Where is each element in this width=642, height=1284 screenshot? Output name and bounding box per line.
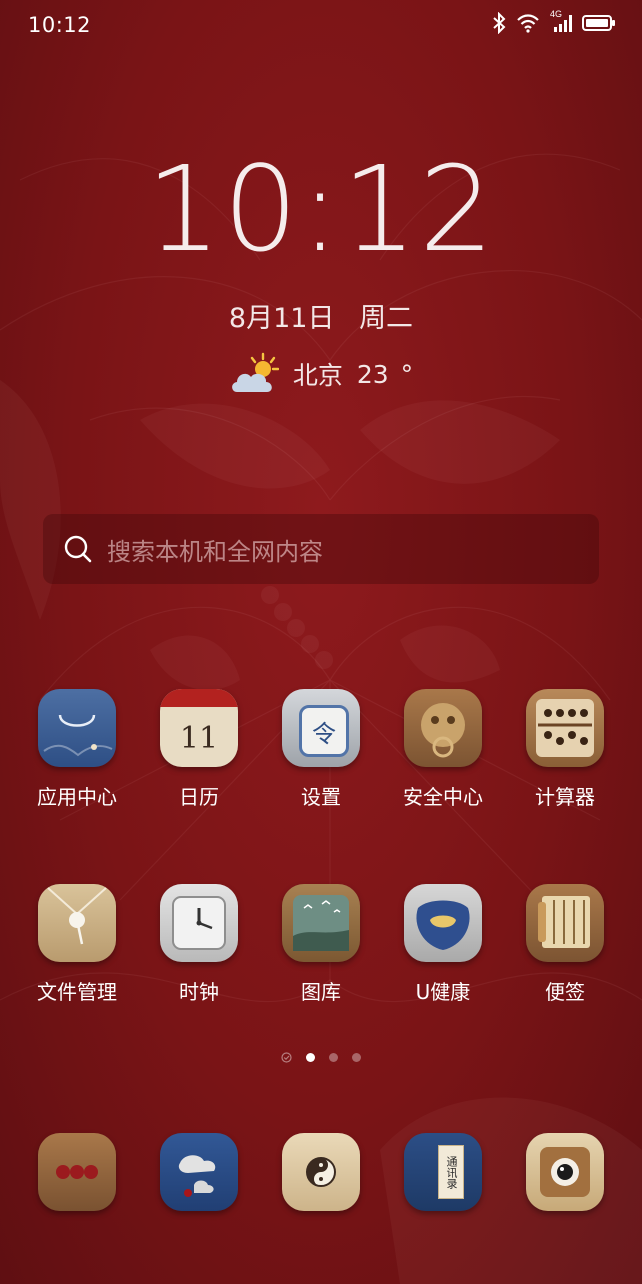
check-circle-icon	[281, 1052, 292, 1063]
app-label: 计算器	[535, 785, 595, 809]
app-label: 应用中心	[37, 785, 117, 809]
app-label: 设置	[301, 785, 341, 809]
settings-icon: 令	[282, 689, 360, 767]
battery-icon	[582, 15, 615, 31]
phone-icon	[38, 1133, 116, 1211]
search-icon	[64, 535, 92, 563]
messages-icon	[160, 1133, 238, 1211]
partly-cloudy-icon	[231, 352, 279, 392]
app-gallery[interactable]: 图库	[266, 884, 376, 1005]
clock-icon	[160, 884, 238, 962]
signal-icon: 4G	[550, 9, 572, 34]
search-bar[interactable]: 搜索本机和全网内容	[43, 514, 599, 584]
calculator-icon	[526, 689, 604, 767]
app-security-center[interactable]: 安全中心	[388, 689, 498, 810]
date-text: 8月11日	[228, 303, 335, 334]
date-display: 8月11日 周二	[0, 296, 642, 335]
app-label: 时钟	[179, 980, 219, 1004]
app-settings[interactable]: 令 设置	[266, 689, 376, 810]
security-center-icon	[404, 689, 482, 767]
search-placeholder: 搜索本机和全网内容	[107, 537, 323, 566]
browser-icon	[282, 1133, 360, 1211]
app-label: 文件管理	[37, 980, 117, 1004]
big-clock[interactable]: 10:12	[0, 150, 642, 268]
app-label: 便签	[545, 980, 585, 1004]
dock-camera[interactable]	[510, 1133, 620, 1211]
page-dot-current[interactable]	[306, 1053, 315, 1062]
app-calculator[interactable]: 计算器	[510, 689, 620, 810]
calendar-day: 11	[179, 720, 219, 756]
weekday-text: 周二	[359, 303, 414, 334]
dock-messages[interactable]	[144, 1133, 254, 1211]
weather-widget[interactable]: 北京 23 °	[0, 352, 642, 396]
settings-glyph: 令	[299, 705, 349, 757]
app-calendar[interactable]: 11 日历	[144, 689, 254, 810]
dock-contacts[interactable]: 通讯录	[388, 1133, 498, 1211]
page-indicator[interactable]	[0, 1052, 642, 1063]
app-label: 安全中心	[403, 785, 483, 809]
app-file-manager[interactable]: 文件管理	[22, 884, 132, 1005]
weather-temperature: 23 °	[356, 359, 414, 389]
bluetooth-icon	[493, 12, 506, 34]
camera-icon	[526, 1133, 604, 1211]
status-bar: 10:12 4G	[0, 0, 642, 52]
file-manager-icon	[38, 884, 116, 962]
wifi-icon	[517, 14, 539, 33]
app-notes[interactable]: 便签	[510, 884, 620, 1005]
page-dot[interactable]	[352, 1053, 361, 1062]
gallery-icon	[282, 884, 360, 962]
calendar-icon: 11	[160, 689, 238, 767]
weather-city: 北京	[292, 361, 343, 390]
app-label: 图库	[301, 980, 341, 1004]
notes-icon	[526, 884, 604, 962]
app-label: 日历	[179, 785, 219, 809]
app-app-center[interactable]: 应用中心	[22, 689, 132, 810]
app-center-icon	[38, 689, 116, 767]
contacts-glyph: 通讯录	[438, 1145, 464, 1199]
status-icons: 4G	[492, 9, 616, 34]
dock-browser[interactable]	[266, 1133, 376, 1211]
health-icon	[404, 884, 482, 962]
app-health[interactable]: U健康	[388, 884, 498, 1005]
app-clock[interactable]: 时钟	[144, 884, 254, 1005]
app-label: U健康	[415, 980, 471, 1004]
dock-phone[interactable]	[22, 1133, 132, 1211]
status-time: 10:12	[28, 13, 92, 37]
page-dot[interactable]	[329, 1053, 338, 1062]
contacts-icon: 通讯录	[404, 1133, 482, 1211]
